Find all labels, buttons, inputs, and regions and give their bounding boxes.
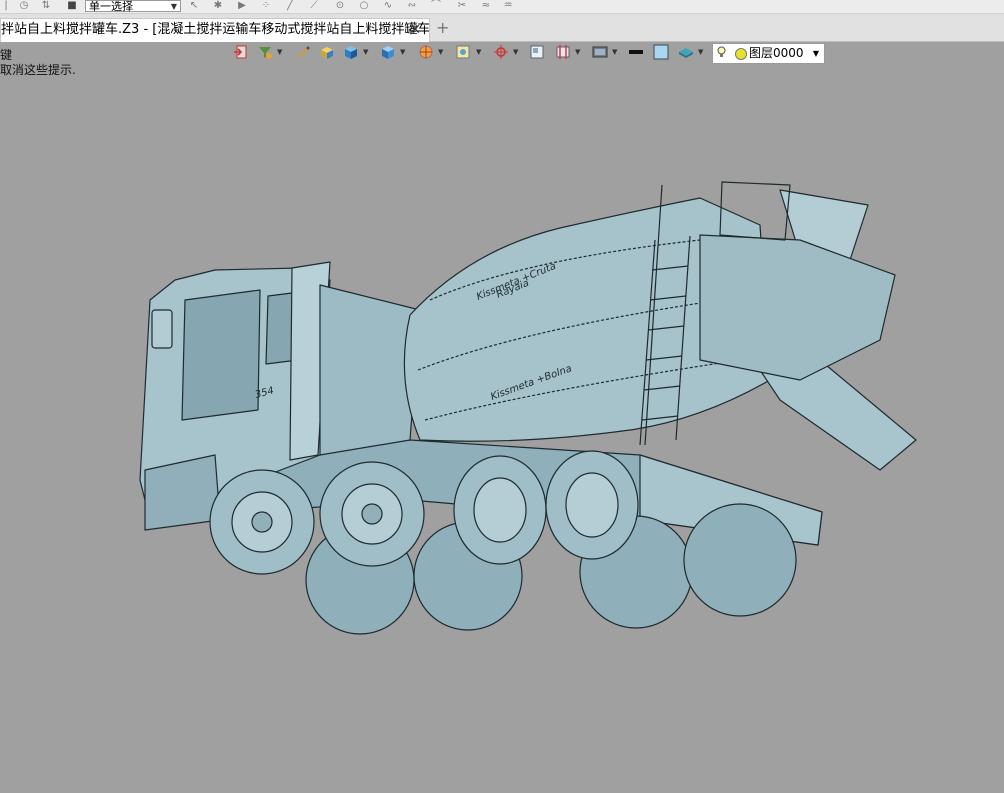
wheel-front-1[interactable] — [209, 469, 315, 575]
rear-housing[interactable] — [699, 234, 896, 381]
truck-model[interactable]: 354 Kissmeta +Cruta Rayaia Kissmeta +Bol… — [0, 0, 1004, 793]
side-mirror[interactable] — [151, 309, 173, 349]
wheel-rear-1[interactable] — [453, 455, 547, 565]
wheel-front-2[interactable] — [319, 461, 425, 567]
wheel-rear-back-4[interactable] — [683, 503, 797, 617]
cab-window[interactable] — [181, 289, 261, 421]
wheel-rear-2[interactable] — [545, 450, 639, 560]
